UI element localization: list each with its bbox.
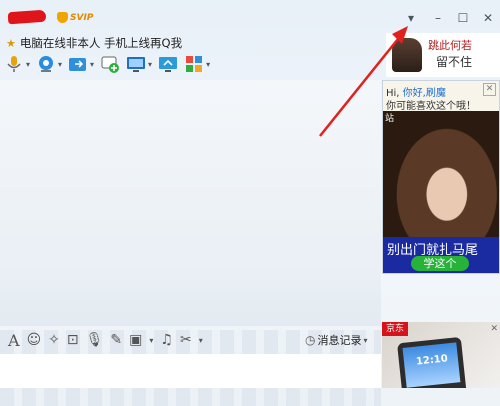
message-history-button[interactable]: ◷ 消息记录 ▾ <box>305 332 368 348</box>
crown-icon <box>57 12 68 23</box>
chevron-down-icon[interactable]: ▾ <box>199 336 203 345</box>
jd-logo: 京东 <box>382 322 408 336</box>
svip-badge[interactable]: SVIP <box>57 12 93 23</box>
maximize-button[interactable]: ☐ <box>455 10 471 26</box>
ad-station-label: 站 <box>385 114 395 124</box>
status-text: 电脑在线非本人 手机上线再Q我 <box>19 36 183 50</box>
ad-banner[interactable]: 别出门就扎马尾 学这个 <box>383 237 499 273</box>
music-icon[interactable]: ♫ <box>160 332 173 348</box>
font-icon[interactable]: A <box>8 331 20 350</box>
history-label: 消息记录 <box>317 334 362 347</box>
magic-wand-icon[interactable]: ✧ <box>48 332 60 348</box>
chevron-down-icon: ▾ <box>148 59 153 69</box>
image-icon[interactable]: ▣ <box>129 332 142 348</box>
minimize-button[interactable]: – <box>430 10 446 26</box>
apps-button[interactable]: ▾ <box>184 54 210 74</box>
new-discussion-button[interactable] <box>100 54 120 74</box>
ad-header: Hi, 你好,刷魔 你可能喜欢这个哦！ ✕ <box>383 81 499 112</box>
phone-screen: 12:10 <box>402 342 461 388</box>
bottom-ad-banner[interactable]: 京东 12:10 ✕ <box>382 322 500 388</box>
svip-label: SVIP <box>70 12 94 23</box>
voice-message-icon[interactable]: 🎙︎ <box>86 332 104 348</box>
shake-window-icon[interactable]: ⊡ <box>67 332 79 348</box>
ad-subtitle: 你可能喜欢这个哦！ <box>386 101 476 112</box>
video-call-button[interactable]: ▾ <box>36 54 62 74</box>
chevron-down-icon: ▾ <box>90 59 95 69</box>
qq-chat-window: SVIP ▾ – ☐ ✕ ★ 电脑在线非本人 手机上线再Q我 ▾ ▾ ▾ ▾ ▾… <box>0 0 500 406</box>
phone-clock: 12:10 <box>415 353 449 368</box>
monitor-icon <box>127 57 146 72</box>
message-input[interactable] <box>0 354 381 388</box>
ad2-close-button[interactable]: ✕ <box>490 324 498 334</box>
webcam-icon <box>39 56 54 72</box>
emoji-icon[interactable]: ☺ <box>27 332 42 348</box>
message-history-area[interactable] <box>0 80 381 406</box>
star-icon: ★ <box>6 36 16 50</box>
remote-desktop-button[interactable]: ▾ <box>126 54 152 74</box>
chat-toolbar: ▾ ▾ ▾ ▾ ▾ <box>4 54 210 74</box>
chevron-down-icon: ▾ <box>206 59 211 69</box>
close-button[interactable]: ✕ <box>480 10 496 26</box>
ad-photo <box>383 111 499 239</box>
menu-caret-button[interactable]: ▾ <box>403 10 419 26</box>
screen-share-icon <box>159 57 178 72</box>
ad-cta-button[interactable]: 学这个 <box>411 256 469 271</box>
chevron-down-icon: ▾ <box>363 335 368 345</box>
app-grid-icon <box>186 56 203 72</box>
ad-top-line1: 跳此何若 <box>428 39 472 52</box>
ad-person-image <box>392 38 422 72</box>
share-screen-button[interactable] <box>158 54 178 74</box>
microphone-icon <box>7 56 21 72</box>
ad-close-button[interactable]: ✕ <box>483 83 496 96</box>
screenshot-scissors-icon[interactable]: ✂ <box>180 332 192 348</box>
doodle-icon[interactable]: ✎ <box>110 332 122 348</box>
send-file-button[interactable]: ▾ <box>68 54 94 74</box>
contact-status: ★ 电脑在线非本人 手机上线再Q我 <box>6 35 182 51</box>
title-bar: SVIP ▾ – ☐ ✕ <box>0 0 500 32</box>
voice-call-button[interactable]: ▾ <box>4 54 30 74</box>
folder-send-icon <box>69 58 87 71</box>
chevron-down-icon[interactable]: ▾ <box>149 336 153 345</box>
side-ad-panel[interactable]: Hi, 你好,刷魔 你可能喜欢这个哦！ ✕ 站 别出门就扎马尾 学这个 <box>382 80 500 274</box>
top-ad-banner[interactable]: 跳此何若 留不住 <box>386 33 500 77</box>
chevron-down-icon: ▾ <box>26 59 31 69</box>
chat-add-icon <box>101 56 120 73</box>
contact-name-redacted <box>7 9 47 25</box>
ad-top-line2: 留不住 <box>436 55 473 69</box>
chevron-down-icon: ▾ <box>58 59 63 69</box>
clock-icon: ◷ <box>305 333 316 347</box>
ad-phone-image: 12:10 <box>397 336 467 388</box>
